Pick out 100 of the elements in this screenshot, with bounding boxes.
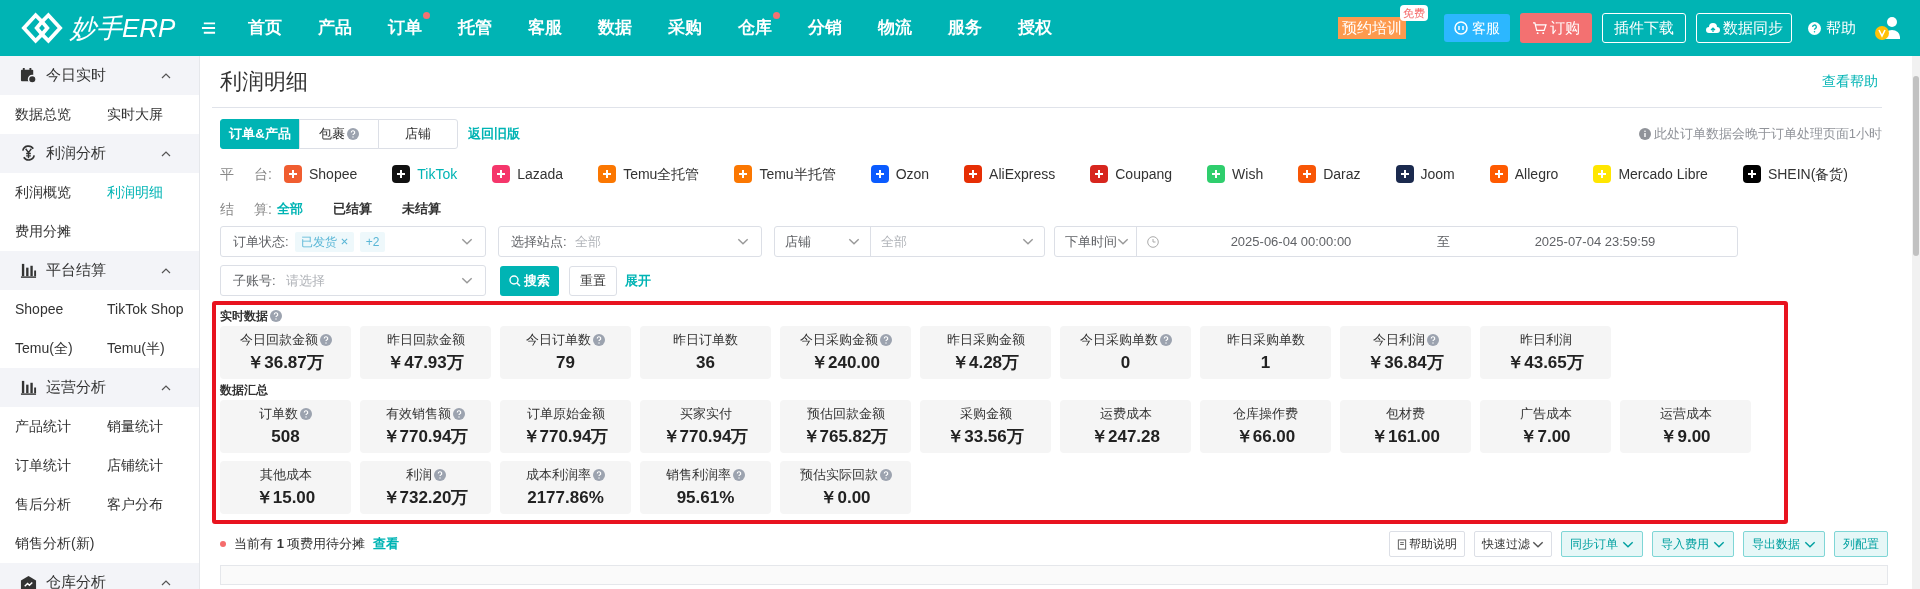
stat-value: ￥4.28万 [951, 351, 1020, 374]
stat-label: 昨日回款金额 [386, 331, 465, 349]
logo-text: 妙手ERP [70, 11, 176, 45]
stat-value: 0 [1120, 351, 1131, 374]
stat-label: 有效销售额 [386, 405, 451, 423]
stat-label: 仓库操作费 [1233, 405, 1298, 423]
stat-value: 2177.86% [527, 486, 604, 509]
section-title: 实时数据 [220, 307, 268, 325]
stat-value: 1 [1260, 351, 1271, 374]
caret-icon [1622, 540, 1634, 548]
sidebar-item[interactable]: Temu(半) [107, 329, 199, 368]
help-doc-button[interactable]: 帮助说明 [1389, 531, 1465, 557]
platform-option[interactable]: Temu半托管 [733, 163, 836, 185]
platform-option[interactable]: Temu全托管 [597, 163, 700, 185]
page-title: 利润明细 [220, 68, 308, 96]
yen-cycle-icon [20, 145, 37, 162]
platform-option[interactable]: Shopee [283, 163, 358, 185]
caret-icon [1532, 540, 1544, 548]
stat-value: ￥732.20万 [382, 486, 469, 509]
calendar-icon [20, 67, 37, 84]
sidebar-item[interactable]: Temu(全) [15, 329, 107, 368]
platform-option[interactable]: SHEIN(备货) [1741, 163, 1848, 185]
pending-fee-text: 当前有 1 项费用待分摊 [234, 535, 366, 554]
sidebar-item[interactable]: 客户分布 [107, 485, 199, 524]
info-icon [1638, 128, 1651, 140]
settlement-option[interactable]: 未结算 [402, 199, 441, 219]
sidebar-item[interactable]: Shopee [15, 290, 107, 329]
scrollbar-thumb[interactable] [1913, 76, 1919, 256]
sidebar-item[interactable]: 产品统计 [15, 407, 107, 446]
label-text: 算: [254, 199, 272, 219]
stat-label: 昨日采购金额 [946, 331, 1025, 349]
sidebar-group-header[interactable]: 今日实时 [0, 56, 199, 95]
sidebar-item[interactable]: 费用分摊 [15, 212, 107, 251]
stat-value: ￥36.87万 [247, 351, 324, 374]
platform-option[interactable]: Coupang [1089, 163, 1173, 185]
stat-value: ￥36.84万 [1367, 351, 1444, 374]
stat-value: 95.61% [676, 486, 735, 509]
stat-value: ￥770.94万 [382, 425, 469, 448]
warehouse-icon [20, 574, 37, 589]
sidebar-group-header[interactable]: 仓库分析 [0, 563, 199, 589]
sidebar-group-header[interactable]: 平台结算 [0, 251, 199, 290]
sidebar-item[interactable]: 利润概览 [15, 173, 107, 212]
sub-account-select[interactable]: 子账号: 请选择 [220, 265, 486, 296]
help-icon [1808, 21, 1821, 35]
stat-label: 运营成本 [1659, 405, 1712, 423]
tab[interactable]: 包裹 [299, 119, 379, 149]
stat-value: 36 [696, 351, 715, 374]
stat-value: ￥47.93万 [387, 351, 464, 374]
cart-icon [1532, 21, 1547, 35]
document-icon [1397, 538, 1407, 550]
stat-value: ￥9.00 [1660, 425, 1711, 448]
avatar-icon [1874, 15, 1902, 41]
stat-value: ￥161.00 [1371, 425, 1440, 448]
sidebar-group-header[interactable]: 利润分析 [0, 134, 199, 173]
sidebar-item[interactable]: 销售分析(新) [15, 524, 107, 563]
platform-option[interactable]: Daraz [1297, 163, 1361, 185]
sidebar-item[interactable]: 数据总览 [15, 95, 107, 134]
stat-label: 昨日订单数 [673, 331, 738, 349]
sidebar-group-header[interactable]: 运营分析 [0, 368, 199, 407]
stat-label: 订单数 [259, 405, 298, 423]
stat-label: 成本利润率 [526, 466, 591, 484]
stat-label: 其他成本 [259, 466, 312, 484]
caret-icon [461, 277, 473, 284]
status-tag: 已发货 [294, 231, 354, 252]
stat-label: 买家实付 [679, 405, 732, 423]
stat-label: 今日采购单数 [1079, 331, 1158, 349]
label-text: 台: [254, 164, 272, 184]
sidebar-item[interactable]: 店铺统计 [107, 446, 199, 485]
stat-label: 昨日利润 [1519, 331, 1572, 349]
sidebar-item[interactable]: TikTok Shop [107, 290, 199, 329]
platform-option[interactable]: Wish [1206, 163, 1264, 185]
close-icon [340, 238, 348, 245]
stat-value: ￥66.00 [1235, 425, 1296, 448]
platform-option[interactable]: AliExpress [963, 163, 1056, 185]
stat-label: 采购金额 [959, 405, 1012, 423]
order-status-select[interactable]: 订单状态: 已发货 +2 [220, 226, 486, 257]
stat-label: 预估实际回款 [799, 466, 878, 484]
cloud-upload-icon [1705, 22, 1721, 34]
dropdown-button[interactable]: 快速过滤 [1474, 531, 1552, 557]
sidebar-item[interactable]: 售后分析 [15, 485, 107, 524]
stat-value: 79 [556, 351, 575, 374]
stat-value: ￥7.00 [1520, 425, 1571, 448]
notice-text: 此处订单数据会晚于订单处理页面1小时 [1653, 125, 1882, 144]
sidebar-item[interactable]: 实时大屏 [107, 95, 199, 134]
stat-label: 预估回款金额 [806, 405, 885, 423]
caret-icon [461, 238, 473, 245]
tab[interactable]: 店铺 [378, 119, 458, 149]
platform-option[interactable]: Joom [1394, 163, 1455, 185]
stat-label: 订单原始金额 [526, 405, 605, 423]
platform-option[interactable]: Lazada [491, 163, 564, 185]
platform-option[interactable]: Allegro [1488, 163, 1559, 185]
platform-option[interactable]: Ozon [869, 163, 930, 185]
sidebar-item[interactable]: 销量统计 [107, 407, 199, 446]
stat-value: ￥33.56万 [947, 425, 1024, 448]
reset-button[interactable]: 重置 [569, 265, 617, 296]
settlement-option[interactable]: 已结算 [333, 199, 372, 219]
caret-icon [737, 238, 749, 245]
site-select[interactable]: 选择站点: 全部 [498, 226, 762, 257]
platform-option[interactable]: Mercado Libre [1592, 163, 1708, 185]
sidebar-item[interactable]: 订单统计 [15, 446, 107, 485]
